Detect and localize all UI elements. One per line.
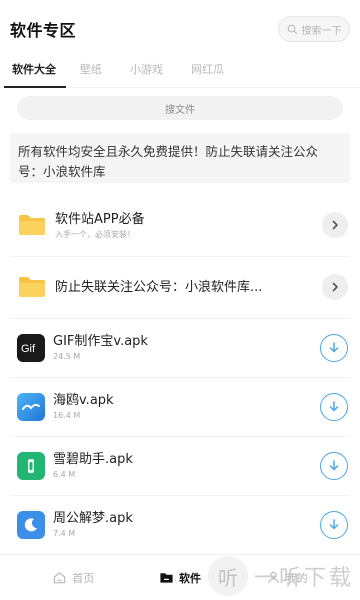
list-item-app[interactable]: 雪碧助手.apk 6.4 M (0, 436, 360, 495)
open-folder-button[interactable] (322, 274, 348, 300)
svg-text:Gif: Gif (21, 343, 36, 355)
download-icon (329, 518, 339, 529)
nav-home-label: 首页 (72, 571, 95, 585)
app-name: 周公解梦.apk (53, 511, 133, 526)
watermark-badge: 听 (207, 556, 248, 596)
file-search-input[interactable]: 搜文件 (17, 96, 343, 120)
download-button[interactable] (320, 451, 348, 480)
app-size: 24.5 M (53, 352, 81, 361)
tab-mini-games[interactable]: 小游戏 (116, 61, 177, 87)
list-item-app[interactable]: 周公解梦.apk 7.4 M (0, 495, 360, 554)
tab-trending[interactable]: 网红瓜 (177, 61, 238, 87)
app-size: 6.4 M (53, 470, 76, 479)
list-item-app[interactable]: 海鸥v.apk 16.4 M (0, 377, 360, 436)
list-item-folder[interactable]: 防止失联关注公众号：小浪软件库... (0, 256, 360, 318)
file-list: 软件站APP必备 入手一个，必须安装！ 防止失联关注公众号：小浪软件库... G… (0, 194, 360, 554)
moon-icon (24, 517, 37, 531)
app-name: 海鸥v.apk (53, 393, 114, 408)
search-button-label: 搜索一下 (301, 25, 342, 37)
folder-name: 防止失联关注公众号：小浪软件库... (55, 279, 263, 295)
folder-icon (160, 573, 173, 583)
chevron-right-icon (332, 282, 338, 292)
open-folder-button[interactable] (322, 212, 348, 238)
app-header: 软件专区 搜索一下 (0, 0, 360, 58)
tab-wallpaper[interactable]: 壁纸 (66, 61, 116, 87)
gif-app-icon: Gif (17, 333, 45, 362)
category-tabs: 软件大全 壁纸 小游戏 网红瓜 (0, 58, 360, 88)
home-icon (54, 572, 66, 584)
seagull-icon (22, 403, 40, 410)
dream-app-icon (17, 510, 45, 539)
chevron-right-icon (332, 220, 338, 230)
folder-name: 软件站APP必备 (55, 211, 145, 227)
folder-subtitle: 入手一个，必须安装！ (55, 229, 135, 239)
download-button[interactable] (320, 392, 348, 421)
list-item-app[interactable]: Gif GIF制作宝v.apk 24.5 M (0, 318, 360, 377)
download-button[interactable] (320, 510, 348, 539)
folder-icon (19, 277, 45, 297)
page-title: 软件专区 (10, 21, 77, 40)
download-icon (329, 400, 339, 411)
app-name: GIF制作宝v.apk (53, 334, 148, 349)
watermark: 听 一听下载 (207, 556, 354, 596)
sprite-app-icon (17, 451, 45, 480)
gif-glyph-icon: Gif (21, 343, 36, 355)
search-button[interactable]: 搜索一下 (278, 16, 350, 42)
list-item-folder[interactable]: 软件站APP必备 入手一个，必须安装！ (0, 194, 360, 256)
nav-software-label: 软件 (178, 571, 201, 585)
download-button[interactable] (320, 333, 348, 362)
app-name: 雪碧助手.apk (53, 452, 133, 467)
app-size: 16.4 M (53, 411, 81, 420)
app-size: 7.4 M (53, 529, 76, 538)
notice-banner: 所有软件均安全且永久免费提供！防止失联请关注公众号：小浪软件库 (10, 133, 350, 183)
search-icon (287, 24, 297, 34)
watermark-text: 一听下载 (253, 566, 354, 591)
download-icon (329, 459, 339, 470)
seagull-app-icon (17, 392, 45, 421)
download-icon (329, 341, 339, 352)
nav-home[interactable]: 首页 (52, 570, 94, 586)
sprite-bottle-icon (28, 458, 34, 473)
folder-icon (19, 215, 45, 235)
nav-software[interactable]: 软件 (159, 570, 201, 586)
tab-software[interactable]: 软件大全 (4, 61, 66, 88)
